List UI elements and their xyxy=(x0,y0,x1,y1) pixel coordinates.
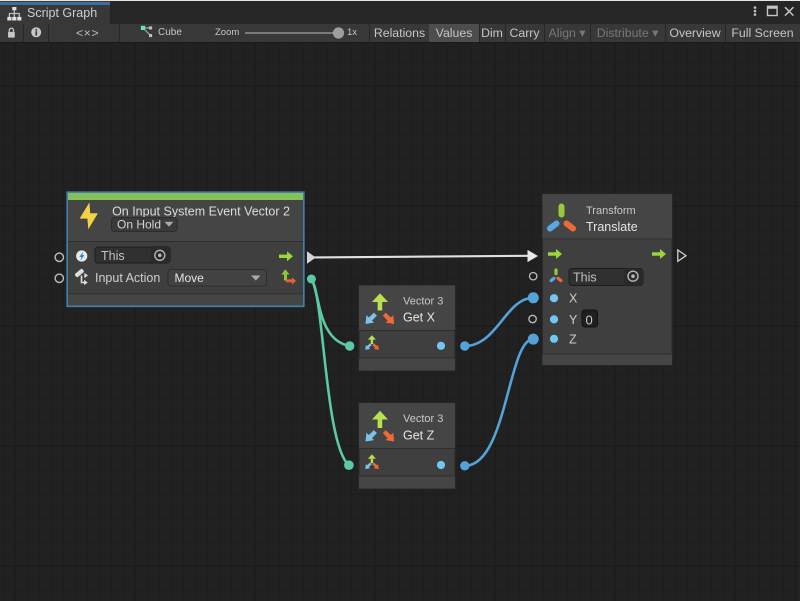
svg-text:Translate: Translate xyxy=(586,220,638,234)
svg-text:On Hold: On Hold xyxy=(117,218,161,232)
svg-text:Z: Z xyxy=(569,332,577,346)
svg-text:Transform: Transform xyxy=(586,205,636,217)
svg-text:Input Action: Input Action xyxy=(95,271,160,285)
svg-text:This: This xyxy=(573,271,597,285)
svg-text:Vector 3: Vector 3 xyxy=(403,413,443,425)
svg-text:0: 0 xyxy=(586,313,593,328)
svg-text:Vector 3: Vector 3 xyxy=(403,296,443,308)
svg-text:Move: Move xyxy=(175,271,205,285)
svg-text:X: X xyxy=(569,292,578,306)
svg-text:Y: Y xyxy=(569,313,578,327)
svg-text:Get X: Get X xyxy=(403,311,436,325)
svg-text:Get Z: Get Z xyxy=(403,429,435,443)
svg-text:This: This xyxy=(101,249,125,263)
svg-text:On Input System Event Vector 2: On Input System Event Vector 2 xyxy=(112,205,290,219)
